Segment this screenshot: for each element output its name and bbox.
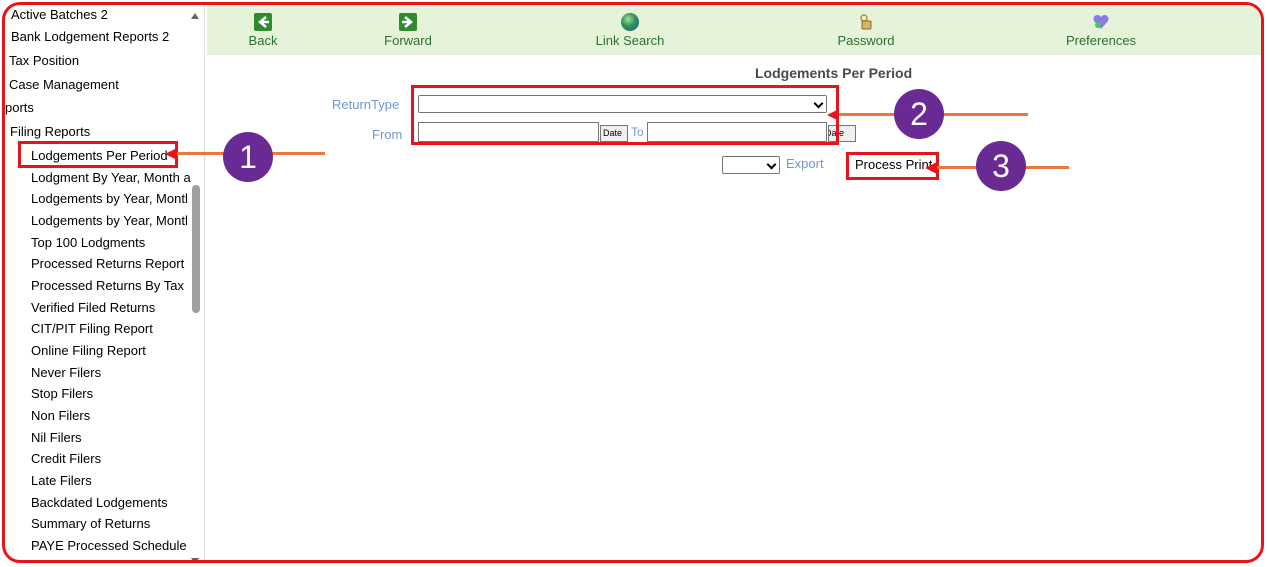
password-button[interactable]: Password (829, 5, 903, 55)
password-label: Password (837, 33, 895, 48)
link-search-button[interactable]: Link Search (585, 5, 675, 55)
export-format-select[interactable] (722, 156, 780, 174)
forward-label: Forward (384, 33, 432, 48)
app-frame: Active Batches 2 Bank Lodgement Reports … (2, 2, 1264, 563)
sidebar-item-bank-lodgement-reports[interactable]: Bank Lodgement Reports 2 (11, 29, 169, 44)
sidebar-item-filing-reports[interactable]: Filing Reports (10, 124, 90, 139)
chevron-down-icon (766, 159, 777, 170)
sidebar-item-never-filers[interactable]: Never Filers (31, 365, 101, 380)
step-badge-3: 3 (976, 141, 1026, 191)
sidebar-item-non-filers[interactable]: Non Filers (31, 408, 90, 423)
arrowhead-icon (827, 109, 839, 121)
heart-preferences-icon (1092, 13, 1110, 31)
scroll-up-arrow-icon[interactable] (191, 13, 199, 19)
back-arrow-icon (254, 13, 272, 31)
step-badge-2: 2 (894, 89, 944, 139)
sidebar-item-processed-returns-by-tax[interactable]: Processed Returns By Tax (31, 278, 184, 293)
from-label: From (372, 127, 403, 142)
sidebar-item-paye-processed-schedule[interactable]: PAYE Processed Schedule (31, 538, 187, 553)
sidebar-item-reports[interactable]: ports (5, 100, 34, 115)
preferences-label: Preferences (1065, 33, 1137, 48)
sidebar-item-processed-returns-report[interactable]: Processed Returns Report (31, 256, 184, 271)
sidebar-item-summary-of-returns[interactable]: Summary of Returns (31, 516, 150, 531)
forward-button[interactable]: Forward (375, 5, 441, 55)
sidebar-item-stop-filers[interactable]: Stop Filers (31, 386, 93, 401)
sidebar-item-credit-filers[interactable]: Credit Filers (31, 451, 101, 466)
sidebar-item-backdated-lodgements[interactable]: Backdated Lodgements (31, 495, 168, 510)
sidebar-tree: Active Batches 2 Bank Lodgement Reports … (5, 5, 205, 560)
back-button[interactable]: Back (235, 5, 291, 55)
sidebar-item-online-filing-report[interactable]: Online Filing Report (31, 343, 146, 358)
return-type-label: ReturnType (332, 97, 400, 112)
arrowhead-icon (165, 148, 177, 160)
sidebar-item-top-100-lodgments[interactable]: Top 100 Lodgments (31, 235, 145, 250)
back-label: Back (248, 33, 278, 48)
sidebar-item-active-batches[interactable]: Active Batches 2 (11, 7, 108, 22)
sidebar-item-case-management[interactable]: Case Management (9, 77, 119, 92)
sidebar-item-late-filers[interactable]: Late Filers (31, 473, 92, 488)
globe-icon (621, 13, 639, 31)
step-badge-1: 1 (223, 132, 273, 182)
sidebar-item-lodgment-by-year-month[interactable]: Lodgment By Year, Month a (31, 170, 191, 185)
forward-arrow-icon (399, 13, 417, 31)
sidebar-item-nil-filers[interactable]: Nil Filers (31, 430, 82, 445)
highlight-box-2 (411, 85, 839, 145)
link-search-label: Link Search (595, 33, 665, 48)
highlight-box-1 (18, 141, 178, 168)
sidebar-item-tax-position[interactable]: Tax Position (9, 53, 79, 68)
sidebar-item-lodgements-by-year-month-2[interactable]: Lodgements by Year, Montl (31, 213, 188, 228)
page-title: Lodgements Per Period (755, 65, 913, 81)
export-link[interactable]: Export (786, 156, 824, 171)
key-lock-icon (857, 13, 875, 31)
toolbar: Back Forward Link Search Password Prefer… (207, 5, 1261, 55)
scroll-down-arrow-icon[interactable] (191, 558, 199, 560)
sidebar-scrollbar-thumb[interactable] (192, 185, 200, 313)
arrowhead-icon (925, 162, 937, 174)
sidebar-item-verified-filed-returns[interactable]: Verified Filed Returns (31, 300, 155, 315)
sidebar-item-cit-pit-filing-report[interactable]: CIT/PIT Filing Report (31, 321, 153, 336)
preferences-button[interactable]: Preferences (1059, 5, 1143, 55)
sidebar-item-lodgements-by-year-month-1[interactable]: Lodgements by Year, Montl (31, 191, 188, 206)
